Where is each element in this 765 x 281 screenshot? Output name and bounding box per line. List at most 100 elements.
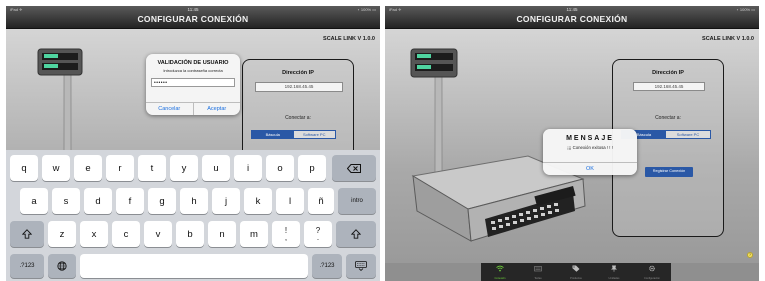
dialog-title: MENSAJE [566,135,614,142]
key-s[interactable]: s [52,188,80,214]
tab-unidades[interactable]: Unidades [595,263,633,281]
shift-icon [351,229,361,239]
navigation-bar: iPad ✈ 11:45 ⋆ 100% ▭ CONFIGURAR CONEXIÓ… [6,6,380,29]
tab-bar: Conexión Teclas Productos Unidades Confi… [481,263,671,281]
key-question-bottom: . [316,233,320,242]
key-u[interactable]: u [202,155,230,181]
keyboard-hide-icon [355,261,367,271]
tab-label: Productos [570,277,582,280]
screenshot-password-dialog: iPad ✈ 11:45 ⋆ 100% ▭ CONFIGURAR CONEXIÓ… [6,6,380,281]
key-y[interactable]: y [170,155,198,181]
shift-key-right[interactable] [336,221,376,247]
key-h[interactable]: h [180,188,208,214]
shift-icon [22,229,32,239]
key-w[interactable]: w [42,155,70,181]
keyboard-icon [534,266,542,272]
tab-teclas[interactable]: Teclas [519,263,557,281]
globe-key[interactable] [48,254,76,278]
space-key[interactable] [80,254,308,278]
version-label: SCALE LINK V 1.0.0 [702,36,754,42]
key-t[interactable]: t [138,155,166,181]
help-icon[interactable]: ? [747,252,753,258]
key-enye[interactable]: ñ [308,188,334,214]
tab-productos[interactable]: Productos [557,263,595,281]
main-content: SCALE LINK V 1.0.0 Dirección IP 192.168.… [385,29,759,263]
user-validation-dialog: VALIDACIÓN DE USUARIO Introduzca la cont… [146,54,240,115]
connect-label: Conectar a: [655,115,681,121]
tab-label: Configuración [643,277,660,280]
key-exclamation[interactable]: !, [272,221,300,247]
key-z[interactable]: z [48,221,76,247]
page-title: CONFIGURAR CONEXIÓN [516,14,628,24]
cancel-button[interactable]: Cancelar [146,103,193,115]
key-question[interactable]: ?. [304,221,332,247]
tab-label: Unidades [608,277,620,280]
key-i[interactable]: i [234,155,262,181]
key-n[interactable]: n [208,221,236,247]
accept-button[interactable]: Aceptar [192,103,241,115]
key-k[interactable]: k [244,188,272,214]
key-m[interactable]: m [240,221,268,247]
key-d[interactable]: d [84,188,112,214]
status-time: 11:45 [187,7,199,12]
register-connection-button[interactable]: Registrar Conexión [645,167,693,177]
dialog-title: VALIDACIÓN DE USUARIO [157,60,229,66]
key-o[interactable]: o [266,155,294,181]
page-title: CONFIGURAR CONEXIÓN [137,14,249,24]
tab-label: Conexión [494,277,506,280]
tab-conexion[interactable]: Conexión [481,263,519,281]
key-l[interactable]: l [276,188,304,214]
dialog-buttons: OK [543,162,637,175]
key-q[interactable]: q [10,155,38,181]
wifi-icon [496,265,504,272]
key-p[interactable]: p [298,155,326,181]
panel-title: Dirección IP [652,70,684,76]
tag-icon [572,265,580,272]
connect-label: Conectar a: [285,115,311,121]
key-r[interactable]: r [106,155,134,181]
key-c[interactable]: c [112,221,140,247]
key-e[interactable]: e [74,155,102,181]
key-f[interactable]: f [116,188,144,214]
hide-keyboard-key[interactable] [346,254,376,278]
intro-key[interactable]: intro [338,188,376,214]
pin-icon [611,265,617,272]
message-dialog: MENSAJE ¡¡¡ Conexión exitosa ! ! ! OK [543,129,637,175]
version-label: SCALE LINK V 1.0.0 [323,36,375,42]
globe-icon [57,261,67,271]
ip-address-field[interactable]: 192.168.45.45 [255,82,343,92]
panel-title: Dirección IP [282,70,314,76]
key-j[interactable]: j [212,188,240,214]
seg-software-pc[interactable]: Software PC [666,131,710,138]
tab-label: Teclas [534,277,542,280]
numbers-key-right[interactable]: .?123 [312,254,342,278]
scale-image [37,48,83,151]
password-input[interactable]: •••••• [151,78,235,87]
dialog-message: Introduzca la contraseña correcta [163,68,223,73]
seg-bascula[interactable]: Báscula [252,131,294,138]
status-battery: ⋆ 100% ▭ [736,7,755,12]
key-b[interactable]: b [176,221,204,247]
key-v[interactable]: v [144,221,172,247]
status-time: 11:45 [566,7,578,12]
screenshot-connection-success: iPad ✈ 11:45 ⋆ 100% ▭ CONFIGURAR CONEXIÓ… [385,6,759,281]
key-g[interactable]: g [148,188,176,214]
numbers-key-left[interactable]: .?123 [10,254,44,278]
backspace-icon [347,163,361,173]
ip-address-field[interactable]: 192.168.45.45 [633,82,705,91]
seg-software-pc[interactable]: Software PC [293,131,335,138]
ok-button[interactable]: OK [543,163,637,175]
status-battery: ⋆ 100% ▭ [357,7,376,12]
dialog-message: ¡¡¡ Conexión exitosa ! ! ! [567,145,613,150]
connection-type-selector[interactable]: Báscula Software PC [251,130,336,139]
key-exclamation-bottom: , [284,233,288,242]
key-a[interactable]: a [20,188,48,214]
gear-icon [649,265,655,272]
backspace-key[interactable] [332,155,376,181]
key-x[interactable]: x [80,221,108,247]
tab-configuracion[interactable]: Configuración [633,263,671,281]
dialog-buttons: Cancelar Aceptar [146,102,240,115]
shift-key-left[interactable] [10,221,44,247]
navigation-bar: iPad ✈ 11:45 ⋆ 100% ▭ CONFIGURAR CONEXIÓ… [385,6,759,29]
on-screen-keyboard: q w e r t y u i o p a s d f g h j k l ñ … [6,150,380,281]
